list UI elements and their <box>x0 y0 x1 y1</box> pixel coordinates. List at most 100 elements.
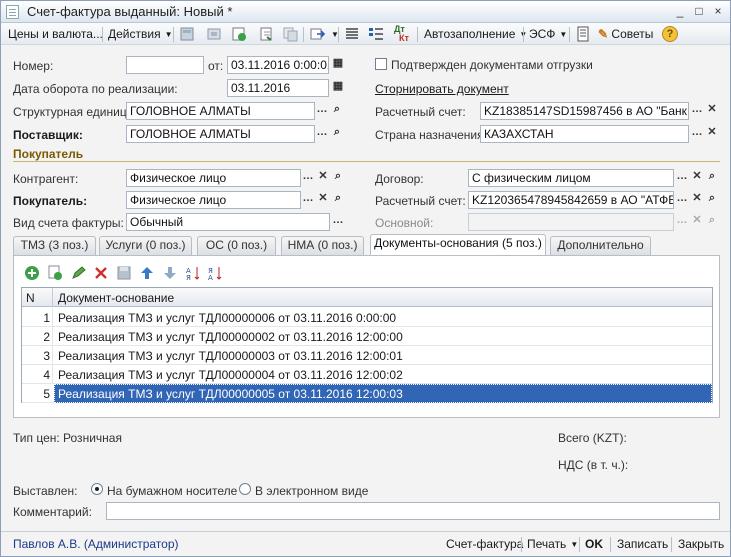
select-button[interactable]: … <box>315 125 329 143</box>
toolbar: Цены и валюта... Действия ▼ ▼ Дт Кт Автоза… <box>1 23 730 45</box>
calendar-icon[interactable]: ▦ <box>331 56 345 74</box>
unpost-icon[interactable] <box>206 26 222 42</box>
maximize-button[interactable]: □ <box>691 4 707 19</box>
minimize-button[interactable]: _ <box>672 4 688 19</box>
save-button[interactable]: Записать <box>617 537 668 551</box>
create-based-icon[interactable] <box>258 26 274 42</box>
search-icon[interactable]: ⌕ <box>331 169 345 187</box>
list-icon[interactable] <box>344 26 360 42</box>
print-menu[interactable]: Печать ▼ <box>527 537 578 551</box>
close-window-button[interactable]: × <box>710 4 726 19</box>
paper-radio[interactable] <box>91 483 103 495</box>
contract-field[interactable]: С физическим лицом <box>468 169 674 187</box>
select-button[interactable]: … <box>675 191 689 209</box>
country-field[interactable]: КАЗАХСТАН <box>480 125 689 143</box>
select-button[interactable]: … <box>315 102 329 120</box>
table-row-selected[interactable]: 5 Реализация ТМЗ и услуг ТДЛ00000005 от … <box>22 384 712 403</box>
tab-additional[interactable]: Дополнительно <box>550 236 651 255</box>
autofill-menu[interactable]: Автозаполнение▼ <box>424 27 527 41</box>
move-up-icon[interactable] <box>139 265 155 281</box>
tab-fixed-assets[interactable]: ОС (0 поз.) <box>197 236 276 255</box>
invoice-type-field[interactable]: Обычный <box>126 213 330 231</box>
search-icon[interactable]: ⌕ <box>705 191 719 209</box>
supplier-field[interactable]: ГОЛОВНОЕ АЛМАТЫ <box>126 125 315 143</box>
unit-label: Структурная единица: <box>13 105 137 119</box>
confirmed-checkbox[interactable] <box>375 58 387 70</box>
clear-icon[interactable]: ✕ <box>316 169 330 187</box>
select-button: … <box>676 214 688 226</box>
table-row[interactable]: 4 Реализация ТМЗ и услуг ТДЛ00000004 от … <box>22 365 712 384</box>
prices-button[interactable]: Цены и валюта... <box>8 27 103 41</box>
esf-menu[interactable]: ЭСФ ▼ <box>529 27 567 41</box>
tips-button[interactable]: ✎ Советы <box>598 27 653 41</box>
journal-icon[interactable] <box>575 26 591 42</box>
window-title: Счет-фактура выданный: Новый * <box>27 4 233 19</box>
buyer-account-field[interactable]: KZ120365478945842659 в АО "АТФБанк <box>468 191 674 209</box>
comment-field[interactable] <box>106 502 720 520</box>
counterparty-field[interactable]: Физическое лицо <box>126 169 301 187</box>
column-header-n[interactable]: N <box>26 291 35 305</box>
user-label[interactable]: Павлов А.В. (Администратор) <box>13 537 179 551</box>
dt-kt-button[interactable]: Дт Кт <box>394 25 409 43</box>
add-icon[interactable] <box>24 265 40 281</box>
clear-icon[interactable]: ✕ <box>705 125 719 143</box>
copy-icon[interactable] <box>282 26 298 42</box>
main-label: Основной: <box>375 216 434 230</box>
structure-icon[interactable] <box>231 26 247 42</box>
invoice-print-button[interactable]: Счет-фактура <box>446 537 523 551</box>
search-icon[interactable]: ⌕ <box>330 102 344 120</box>
clear-icon[interactable]: ✕ <box>316 191 330 209</box>
clear-icon[interactable]: ✕ <box>690 169 704 187</box>
edit-icon[interactable] <box>70 265 86 281</box>
select-button[interactable]: … <box>301 191 315 209</box>
go-to-icon[interactable] <box>310 26 326 42</box>
search-icon[interactable]: ⌕ <box>331 191 345 209</box>
column-header-document[interactable]: Документ-основание <box>58 291 174 305</box>
document-window: Счет-фактура выданный: Новый * _ □ × Цен… <box>0 0 731 557</box>
account-field[interactable]: KZ18385147SD15987456 в АО "Банк Ц <box>480 102 689 120</box>
close-button[interactable]: Закрыть <box>678 537 724 551</box>
unit-field[interactable]: ГОЛОВНОЕ АЛМАТЫ <box>126 102 315 120</box>
tab-intangibles[interactable]: НМА (0 поз.) <box>281 236 364 255</box>
post-icon[interactable] <box>179 26 195 42</box>
table-row[interactable]: 3 Реализация ТМЗ и услуг ТДЛ00000003 от … <box>22 346 712 365</box>
move-down-icon[interactable] <box>162 265 178 281</box>
select-button[interactable]: … <box>690 125 704 143</box>
row-document: Реализация ТМЗ и услуг ТДЛ00000004 от 03… <box>58 368 403 382</box>
settings-list-icon[interactable] <box>368 26 384 42</box>
clear-icon[interactable]: ✕ <box>690 191 704 209</box>
turnover-date-field[interactable]: 03.11.2016 <box>227 79 329 97</box>
supplier-label: Поставщик: <box>13 128 83 142</box>
autofill-label: Автозаполнение <box>424 27 516 41</box>
delete-icon[interactable] <box>93 265 109 281</box>
esf-label: ЭСФ <box>529 27 556 41</box>
storno-link[interactable]: Сторнировать документ <box>375 82 509 96</box>
add-copy-icon[interactable] <box>47 265 63 281</box>
select-button[interactable]: … <box>331 213 345 231</box>
table-row[interactable]: 1 Реализация ТМЗ и услуг ТДЛ00000006 от … <box>22 308 712 327</box>
sort-desc-icon[interactable]: ЯA <box>207 265 223 281</box>
tab-services[interactable]: Услуги (0 поз.) <box>99 236 192 255</box>
save-row-icon[interactable] <box>116 265 132 281</box>
tab-base-documents[interactable]: Документы-основания (5 поз.) <box>370 234 546 256</box>
select-button[interactable]: … <box>301 169 315 187</box>
select-button[interactable]: … <box>690 102 704 120</box>
actions-menu[interactable]: Действия ▼ <box>108 27 173 41</box>
buyer-label: Покупатель: <box>13 194 88 208</box>
tab-tmz[interactable]: ТМЗ (3 поз.) <box>13 236 96 255</box>
select-button[interactable]: … <box>675 169 689 187</box>
ok-button[interactable]: OK <box>585 537 603 551</box>
search-icon[interactable]: ⌕ <box>705 169 719 187</box>
table-row[interactable]: 2 Реализация ТМЗ и услуг ТДЛ00000002 от … <box>22 327 712 346</box>
date-field[interactable]: 03.11.2016 0:00:01 <box>227 56 329 74</box>
clear-icon[interactable]: ✕ <box>705 102 719 120</box>
search-icon[interactable]: ⌕ <box>330 125 344 143</box>
buyer-field[interactable]: Физическое лицо <box>126 191 301 209</box>
sort-asc-icon[interactable]: AЯ <box>185 265 201 281</box>
electronic-radio[interactable] <box>239 483 251 495</box>
comment-label: Комментарий: <box>13 505 92 519</box>
calendar-icon[interactable]: ▦ <box>331 79 345 97</box>
document-icon <box>6 5 19 19</box>
help-icon[interactable]: ? <box>662 26 678 42</box>
number-field[interactable] <box>126 56 204 74</box>
